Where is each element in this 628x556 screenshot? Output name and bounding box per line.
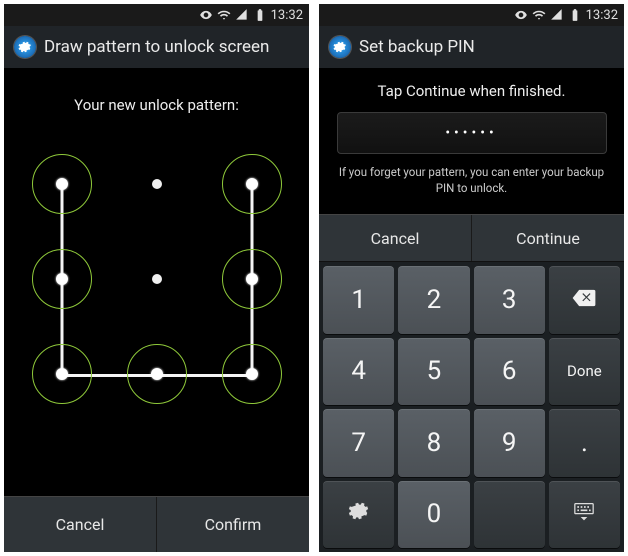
key-5[interactable]: 5 — [398, 338, 469, 405]
key-backspace[interactable] — [549, 266, 620, 333]
settings-gear-icon — [329, 36, 351, 58]
status-bar: 13:32 — [4, 4, 309, 26]
pattern-dot[interactable] — [151, 368, 163, 380]
key-3[interactable]: 3 — [474, 266, 545, 333]
pin-note: If you forget your pattern, you can ente… — [333, 164, 610, 196]
cancel-button[interactable]: Cancel — [4, 497, 157, 552]
key-1[interactable]: 1 — [323, 266, 394, 333]
numeric-keypad: 1 2 3 4 5 6 Done 7 8 9 . 0 — [319, 262, 624, 552]
wifi-icon — [532, 8, 546, 22]
phone-pattern-screen: 13:32 Draw pattern to unlock screen Your… — [4, 4, 309, 552]
key-spacer-a[interactable] — [474, 481, 545, 548]
hide-keyboard-icon — [571, 499, 597, 529]
title-bar: Set backup PIN — [319, 26, 624, 68]
title-text: Draw pattern to unlock screen — [44, 37, 269, 57]
wifi-icon — [217, 8, 231, 22]
gear-icon — [348, 499, 370, 529]
pattern-dot[interactable] — [246, 368, 258, 380]
pattern-grid[interactable] — [32, 154, 282, 404]
clock-text: 13:32 — [586, 8, 618, 23]
signal-icon — [550, 8, 564, 22]
pattern-dot[interactable] — [56, 178, 68, 190]
eye-icon — [199, 8, 213, 22]
continue-button[interactable]: Continue — [472, 215, 624, 261]
title-bar: Draw pattern to unlock screen — [4, 26, 309, 68]
key-9[interactable]: 9 — [474, 409, 545, 476]
key-2[interactable]: 2 — [398, 266, 469, 333]
pattern-dot[interactable] — [152, 179, 162, 189]
key-6[interactable]: 6 — [474, 338, 545, 405]
key-8[interactable]: 8 — [398, 409, 469, 476]
pattern-prompt: Your new unlock pattern: — [74, 96, 239, 114]
key-4[interactable]: 4 — [323, 338, 394, 405]
pin-input[interactable]: •••••• — [337, 112, 607, 154]
key-done[interactable]: Done — [549, 338, 620, 405]
clock-text: 13:32 — [271, 8, 303, 23]
key-0[interactable]: 0 — [398, 481, 469, 548]
battery-icon — [253, 8, 267, 22]
eye-icon — [514, 8, 528, 22]
key-7[interactable]: 7 — [323, 409, 394, 476]
title-text: Set backup PIN — [359, 37, 475, 57]
phone-pin-screen: 13:32 Set backup PIN Tap Continue when f… — [319, 4, 624, 552]
pattern-dot[interactable] — [56, 273, 68, 285]
key-settings[interactable] — [323, 481, 394, 548]
key-hide-keyboard[interactable] — [549, 481, 620, 548]
cancel-button[interactable]: Cancel — [319, 215, 472, 261]
pattern-dot[interactable] — [246, 273, 258, 285]
pattern-dot[interactable] — [152, 274, 162, 284]
battery-icon — [568, 8, 582, 22]
backspace-icon — [571, 285, 597, 315]
key-dot[interactable]: . — [549, 409, 620, 476]
pattern-dot[interactable] — [56, 368, 68, 380]
settings-gear-icon — [14, 36, 36, 58]
signal-icon — [235, 8, 249, 22]
pin-prompt: Tap Continue when finished. — [378, 82, 566, 100]
status-bar: 13:32 — [319, 4, 624, 26]
confirm-button[interactable]: Confirm — [157, 497, 309, 552]
pattern-dot[interactable] — [246, 178, 258, 190]
